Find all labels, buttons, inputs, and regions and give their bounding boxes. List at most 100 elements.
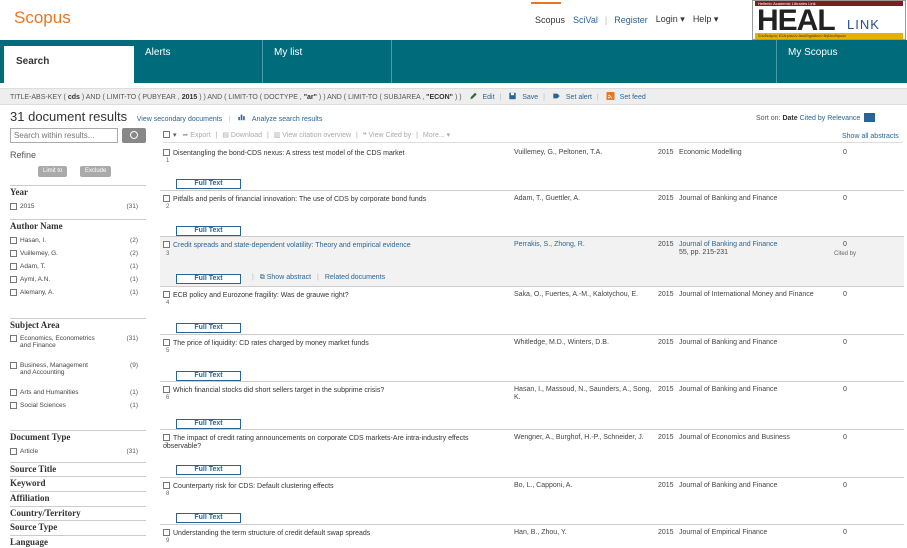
search-within-button[interactable]	[122, 128, 146, 143]
result-title[interactable]: The impact of credit rating announcement…	[163, 434, 508, 451]
limit-to-button[interactable]: Limit to	[38, 166, 68, 177]
checkbox[interactable]	[163, 386, 170, 393]
result-authors[interactable]: Saka, O., Fuertes, A.-M., Kalotychou, E.	[514, 291, 664, 299]
result-cited-count[interactable]: 0	[838, 339, 852, 346]
filter-item[interactable]: Hasan, I. (2)	[10, 237, 138, 245]
checkbox[interactable]	[163, 339, 170, 346]
checkbox[interactable]	[10, 289, 17, 296]
result-title[interactable]: Counterparty risk for CDS: Default clust…	[163, 482, 508, 491]
affiliation-heading[interactable]: Affiliation	[10, 491, 146, 503]
result-title[interactable]: ECB policy and Eurozone fragility: Was d…	[163, 291, 508, 300]
filter-item[interactable]: Article (31)	[10, 448, 138, 456]
set-feed-link[interactable]: Set feed	[620, 94, 646, 101]
filter-item[interactable]: Arts and Humanities (1)	[10, 389, 138, 397]
result-source[interactable]: Journal of Empirical Finance	[679, 529, 819, 537]
checkbox[interactable]	[10, 402, 17, 409]
full-text-button[interactable]: Full Text	[176, 323, 241, 333]
secondary-documents-link[interactable]: View secondary documents	[137, 116, 222, 123]
filter-item[interactable]: Alemany, A. (1)	[10, 289, 138, 297]
result-title[interactable]: The price of liquidity: CD rates charged…	[163, 339, 508, 348]
filter-item[interactable]: Social Sciences (1)	[10, 402, 138, 410]
result-cited-count[interactable]: 0	[838, 434, 852, 441]
checkbox[interactable]	[163, 149, 170, 156]
scival-link[interactable]: SciVal	[569, 15, 602, 25]
language-heading[interactable]: Language	[10, 535, 146, 547]
checkbox[interactable]	[163, 482, 170, 489]
result-source[interactable]: Economic Modelling	[679, 149, 819, 157]
result-title[interactable]: Disentangling the bond-CDS nexus: A stre…	[163, 149, 508, 158]
checkbox[interactable]	[163, 434, 170, 441]
result-authors[interactable]: Wengner, A., Burghof, H.-P., Schneider, …	[514, 434, 654, 442]
result-source[interactable]: Journal of Banking and Finance	[679, 195, 819, 203]
checkbox[interactable]	[10, 250, 17, 257]
result-authors[interactable]: Hasan, I., Massoud, N., Saunders, A., So…	[514, 386, 654, 402]
scopus-logo[interactable]: Scopus	[14, 8, 71, 28]
checkbox[interactable]	[10, 389, 17, 396]
result-cited-count[interactable]: 0	[838, 195, 852, 202]
result-authors[interactable]: Vuillemey, G., Peltonen, T.A.	[514, 149, 654, 157]
checkbox[interactable]	[163, 291, 170, 298]
source-type-heading[interactable]: Source Type	[10, 520, 146, 532]
filter-item[interactable]: Vuillemey, G. (2)	[10, 250, 138, 258]
result-cited-count[interactable]: 0	[838, 291, 852, 298]
sort-date[interactable]: Date	[782, 115, 797, 122]
export-button[interactable]: Export	[190, 132, 210, 139]
sort-relevance[interactable]: Relevance	[827, 115, 860, 122]
result-cited-count[interactable]: 0	[838, 149, 852, 156]
result-source[interactable]: Journal of Banking and Finance	[679, 482, 819, 490]
tab-search[interactable]: Search	[4, 46, 134, 83]
result-authors[interactable]: Perrakis, S., Zhong, R.	[514, 241, 654, 249]
checkbox[interactable]	[10, 237, 17, 244]
full-text-button[interactable]: Full Text	[176, 179, 241, 189]
scopus-link[interactable]: Scopus	[531, 15, 569, 25]
citation-overview-button[interactable]: View citation overview	[282, 132, 351, 139]
checkbox[interactable]	[10, 203, 17, 210]
more-menu[interactable]: More...	[423, 132, 445, 139]
tab-my-scopus[interactable]: My Scopus	[778, 40, 907, 83]
result-title[interactable]: Pitfalls and perils of financial innovat…	[163, 195, 508, 204]
filter-item[interactable]: Adam, T. (1)	[10, 263, 138, 271]
select-all-checkbox[interactable]	[163, 131, 170, 138]
chevron-down-icon[interactable]: ▾	[173, 132, 177, 139]
download-button[interactable]: Download	[231, 132, 262, 139]
result-authors[interactable]: Bo, L., Capponi, A.	[514, 482, 654, 490]
result-authors[interactable]: Adam, T., Guettler, A.	[514, 195, 654, 203]
filter-item[interactable]: Business, Management and Accounting (9)	[10, 362, 138, 376]
edit-link[interactable]: Edit	[482, 94, 494, 101]
keyword-heading[interactable]: Keyword	[10, 476, 146, 488]
full-text-button[interactable]: Full Text	[176, 274, 241, 284]
view-cited-by-button[interactable]: View Cited by	[369, 132, 412, 139]
checkbox[interactable]	[10, 263, 17, 270]
country-territory-heading[interactable]: Country/Territory	[10, 506, 146, 518]
show-abstract-link[interactable]: Show abstract	[267, 274, 311, 281]
checkbox[interactable]	[10, 276, 17, 283]
result-title[interactable]: Credit spreads and state-dependent volat…	[163, 241, 508, 250]
search-within-input[interactable]	[10, 128, 118, 143]
exclude-button[interactable]: Exclude	[80, 166, 112, 177]
result-source[interactable]: Journal of Economics and Business	[679, 434, 829, 442]
result-cited-count[interactable]: 0	[838, 241, 852, 248]
heal-link-logo[interactable]: Hellenic Academic Libraries Link HEAL LI…	[752, 0, 906, 40]
sort-cited-by[interactable]: Cited by	[800, 115, 826, 122]
tab-my-list[interactable]: My list	[264, 40, 392, 83]
full-text-button[interactable]: Full Text	[176, 419, 241, 429]
checkbox[interactable]	[163, 241, 170, 248]
login-menu[interactable]: Login ▾	[652, 14, 689, 25]
full-text-button[interactable]: Full Text	[176, 465, 241, 475]
result-source[interactable]: Journal of Banking and Finance	[679, 339, 819, 347]
sort-more-button[interactable]	[864, 113, 876, 122]
full-text-button[interactable]: Full Text	[176, 513, 241, 523]
filter-item[interactable]: Economics, Econometrics and Finance (31)	[10, 335, 138, 349]
filter-item[interactable]: 2015 (31)	[10, 203, 138, 211]
result-source[interactable]: Journal of International Money and Finan…	[679, 291, 819, 299]
tab-alerts[interactable]: Alerts	[135, 40, 263, 83]
full-text-button[interactable]: Full Text	[176, 226, 241, 236]
result-title[interactable]: Which financial stocks did short sellers…	[163, 386, 508, 395]
set-alert-link[interactable]: Set alert	[566, 94, 592, 101]
result-authors[interactable]: Whitledge, M.D., Winters, D.B.	[514, 339, 654, 347]
result-source[interactable]: Journal of Banking and Finance	[679, 386, 819, 394]
result-authors[interactable]: Han, B., Zhou, Y.	[514, 529, 654, 537]
result-source[interactable]: Journal of Banking and Finance 55, pp. 21…	[679, 241, 819, 257]
result-cited-count[interactable]: 0	[838, 482, 852, 489]
save-link[interactable]: Save	[522, 94, 538, 101]
